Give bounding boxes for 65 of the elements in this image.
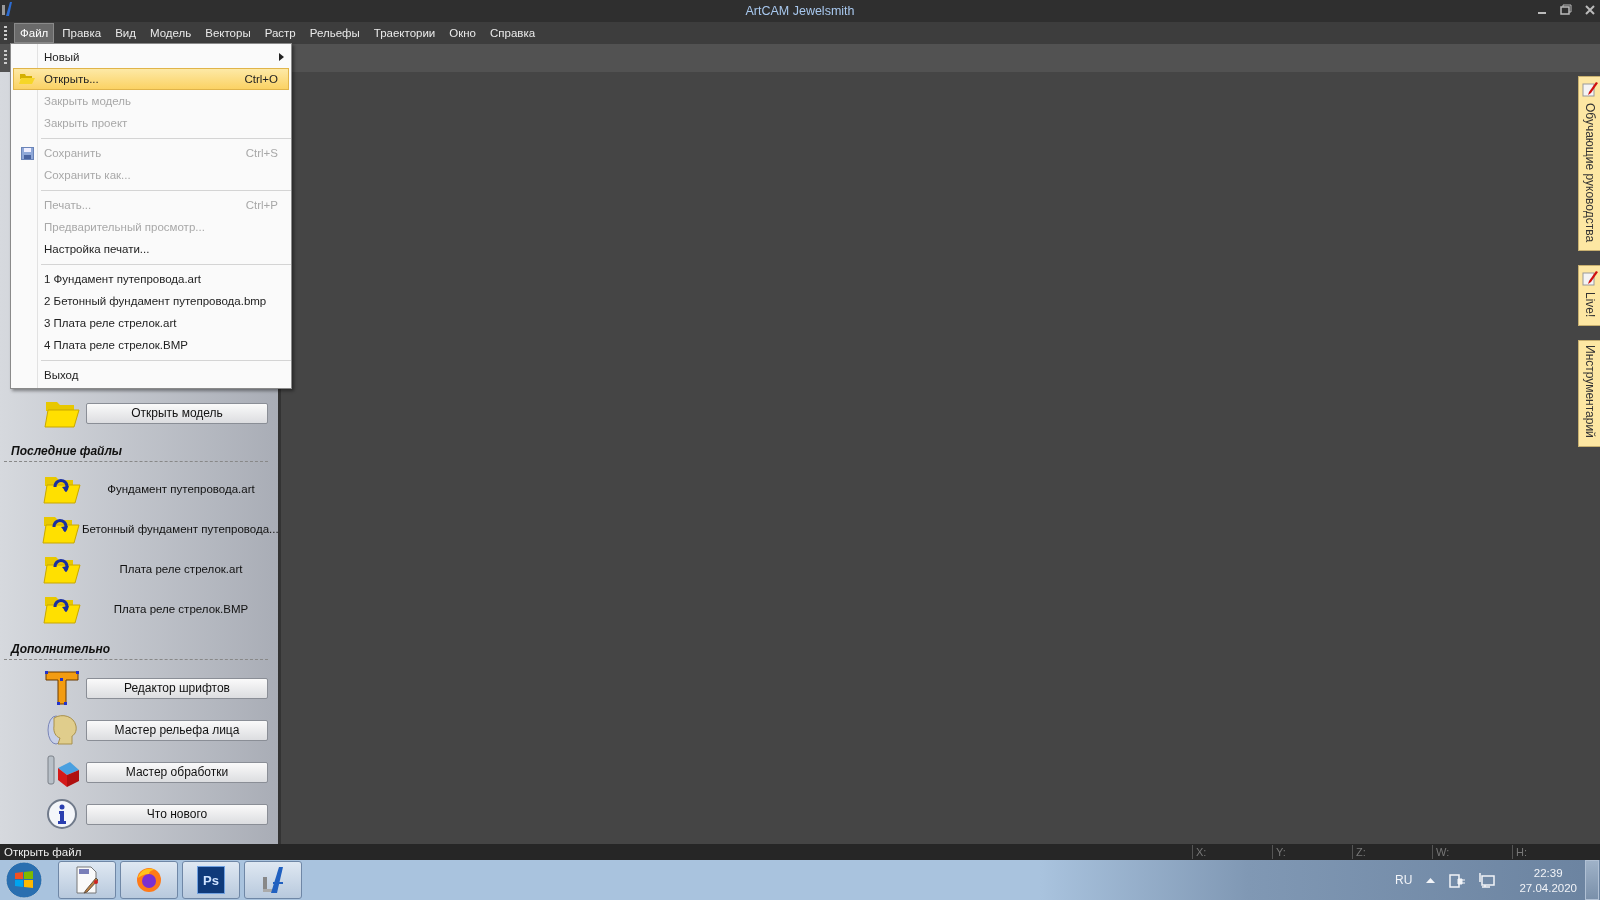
menu-bar-item[interactable]: Векторы	[199, 23, 257, 43]
open-folder-icon	[19, 73, 35, 85]
menu-bar-item[interactable]: Окно	[443, 23, 483, 43]
status-text: Открыть файл	[3, 846, 83, 858]
menu-bar-item[interactable]: Правка	[56, 23, 108, 43]
clock-time[interactable]: 22:39	[1533, 866, 1563, 879]
shortcut-text: Ctrl+S	[245, 147, 278, 159]
section-heading: Дополнительно	[11, 642, 111, 656]
tool-button[interactable]: Мастер рельефа лица	[86, 719, 268, 741]
cutter-block-icon	[44, 754, 80, 790]
menu-item[interactable]: Открыть... Ctrl+O	[13, 68, 289, 90]
letter-t-icon	[44, 670, 80, 706]
notepad-pencil-icon	[1581, 81, 1598, 97]
submenu-arrow-icon	[279, 53, 284, 61]
menu-item[interactable]: 1 Фундамент путепровода.art	[13, 268, 289, 290]
taskbar-button[interactable]: Ps	[182, 861, 240, 899]
menu-item[interactable]: Настройка печати...	[13, 238, 289, 260]
menu-item[interactable]: 3 Плата реле стрелок.art	[13, 312, 289, 334]
info-icon	[46, 798, 78, 830]
menu-item[interactable]: Выход	[13, 364, 289, 386]
status-field: Y:	[1272, 845, 1352, 859]
side-tab[interactable]: Обучающие руководства	[1578, 76, 1600, 252]
menu-bar-item[interactable]: Траектории	[367, 23, 442, 43]
recent-file-link[interactable]: Бетонный фундамент путепровода...	[82, 523, 279, 535]
menu-bar-item[interactable]: Рельефы	[303, 23, 366, 43]
up-arrow-icon[interactable]	[1426, 877, 1436, 883]
shortcut-text: Ctrl+P	[245, 199, 278, 211]
open-model-button[interactable]: Открыть модель	[86, 402, 268, 424]
start-button[interactable]	[4, 860, 44, 900]
tool-button[interactable]: Мастер обработки	[86, 761, 268, 783]
menu-item[interactable]: 2 Бетонный фундамент путепровода.bmp	[13, 290, 289, 312]
status-field: H:	[1512, 845, 1592, 859]
side-tab[interactable]: Live!	[1578, 265, 1600, 327]
taskbar-button[interactable]	[120, 861, 178, 899]
menu-item[interactable]: 4 Плата реле стрелок.BMP	[13, 334, 289, 356]
status-field: W:	[1432, 845, 1512, 859]
menu-bar-item[interactable]: Вид	[109, 23, 142, 43]
taskbar-button[interactable]	[244, 861, 302, 899]
menu-bar-item[interactable]: Модель	[143, 23, 198, 43]
window-title: ArtCAM Jewelsmith	[745, 4, 855, 18]
status-field: Z:	[1352, 845, 1432, 859]
power-plug-icon[interactable]	[1449, 872, 1466, 888]
shortcut-text: Ctrl+O	[244, 73, 278, 85]
app-icon-label: Ps	[197, 866, 225, 894]
close-icon[interactable]	[1584, 4, 1596, 16]
taskbar-button[interactable]	[58, 861, 116, 899]
app-logo-icon	[1, 1, 13, 17]
section-heading: Последние файлы	[11, 444, 123, 458]
menu-bar-item[interactable]: Растр	[258, 23, 302, 43]
recent-file-link[interactable]: Плата реле стрелок.art	[84, 563, 278, 575]
tool-button[interactable]: Редактор шрифтов	[86, 677, 268, 699]
clock-date[interactable]: 27.04.2020	[1519, 881, 1577, 894]
recent-file-link[interactable]: Плата реле стрелок.BMP	[84, 603, 278, 615]
status-field: X:	[1192, 845, 1272, 859]
side-tab[interactable]: Инструментарий	[1578, 340, 1600, 448]
relief-sculpture-icon	[44, 712, 80, 748]
notepad-pencil-icon	[1581, 270, 1598, 287]
menu-bar-item[interactable]: Файл	[14, 23, 55, 43]
recent-file-link[interactable]: Фундамент путепровода.art	[84, 483, 278, 495]
tool-button[interactable]: Что нового	[86, 803, 268, 825]
menu-item[interactable]: Новый	[13, 46, 289, 68]
menu-bar-item[interactable]: Справка	[484, 23, 542, 43]
network-icon[interactable]	[1479, 872, 1496, 888]
restore-icon[interactable]	[1560, 4, 1572, 16]
document-pencil-icon	[74, 866, 100, 894]
